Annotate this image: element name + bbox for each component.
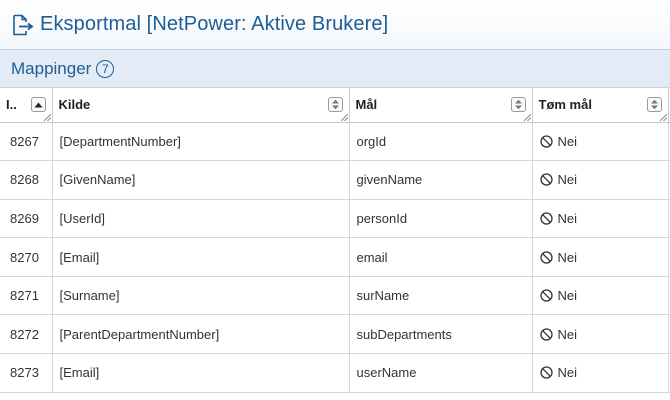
column-header-label: Mål [355,97,378,113]
sort-icon[interactable] [327,97,343,113]
resize-handle-icon[interactable] [340,113,348,121]
no-entry-icon [539,366,553,380]
mapping-source: [ParentDepartmentNumber] [52,314,350,355]
clear-target-value: Nei [557,365,578,381]
column-header-target[interactable]: Mål [349,88,533,123]
mapping-target: email [349,237,533,277]
sort-icon[interactable] [510,97,526,113]
mapping-source: [Email] [52,237,350,277]
mapping-id: 8269 [0,199,53,239]
column-header-source[interactable]: Kilde [52,88,350,123]
mapping-source: [GivenName] [52,160,350,200]
table-row[interactable]: 8272 [ParentDepartmentNumber] subDepartm… [0,314,670,355]
column-header-clear-target[interactable]: Tøm mål [532,88,669,123]
clear-target-value: Nei [557,133,578,149]
resize-handle-icon[interactable] [659,113,667,121]
clear-target-value: Nei [557,326,578,342]
clear-target-value: Nei [557,210,578,226]
clear-target-value: Nei [557,288,578,304]
no-entry-icon [539,328,553,341]
table-row[interactable]: 8273 [Email] userName Nei [0,353,670,393]
mapping-source: [DepartmentNumber] [52,122,350,162]
mapping-clear-target: Nei [532,314,669,355]
mapping-target: personId [349,199,533,239]
mapping-target: subDepartments [349,314,533,355]
table-body: 8267 [DepartmentNumber] orgId Nei 8268 [… [0,122,670,393]
mapping-target: givenName [349,160,533,200]
mapping-id: 8273 [0,353,53,393]
resize-handle-icon[interactable] [43,113,51,121]
mapping-clear-target: Nei [532,122,669,162]
mapping-id: 8268 [0,160,53,200]
mapping-clear-target: Nei [532,276,669,316]
table-row[interactable]: 8269 [UserId] personId Nei [0,199,670,239]
mappings-count-badge: 7 [96,59,115,78]
mapping-clear-target: Nei [532,353,669,393]
mapping-clear-target: Nei [532,160,669,200]
mapping-clear-target: Nei [532,199,669,239]
mapping-source: [Email] [52,353,350,393]
window-title: Eksportmal [NetPower: Aktive Brukere] [40,13,389,35]
mapping-target: orgId [349,122,533,162]
table-row[interactable]: 8270 [Email] email Nei [0,237,670,277]
column-header-label: Tøm mål [538,97,592,113]
table-row[interactable]: 8268 [GivenName] givenName Nei [0,160,670,200]
mapping-target: userName [349,353,533,393]
window-title-bar: Eksportmal [NetPower: Aktive Brukere] [0,0,670,50]
mappings-section-header[interactable]: Mappinger 7 [0,50,670,88]
column-header-label: Kilde [58,97,91,113]
column-header-id[interactable]: I.. [0,88,53,123]
column-header-label: I.. [6,97,17,113]
mapping-id: 8271 [0,276,53,316]
mapping-id: 8270 [0,237,53,277]
clear-target-value: Nei [557,249,578,265]
mapping-source: [Surname] [52,276,350,316]
export-document-icon [11,14,35,36]
sort-icon[interactable] [646,97,662,113]
no-entry-icon [539,212,553,225]
mapping-source: [UserId] [52,199,350,239]
section-label: Mappinger [11,58,92,78]
clear-target-value: Nei [557,172,578,188]
sort-ascending-icon[interactable] [30,97,46,113]
no-entry-icon [539,173,553,187]
table-row[interactable]: 8267 [DepartmentNumber] orgId Nei [0,122,670,162]
table-row[interactable]: 8271 [Surname] surName Nei [0,276,670,316]
no-entry-icon [539,289,553,302]
resize-handle-icon[interactable] [523,113,531,121]
mapping-clear-target: Nei [532,237,669,277]
mapping-id: 8272 [0,314,53,355]
mapping-id: 8267 [0,122,53,162]
no-entry-icon [539,135,553,148]
mappings-table: I.. Kilde Mål Tøm mål 8267 [DepartmentNu… [0,88,670,393]
mapping-target: surName [349,276,533,316]
no-entry-icon [539,250,553,264]
table-header-row: I.. Kilde Mål Tøm mål [0,88,670,123]
